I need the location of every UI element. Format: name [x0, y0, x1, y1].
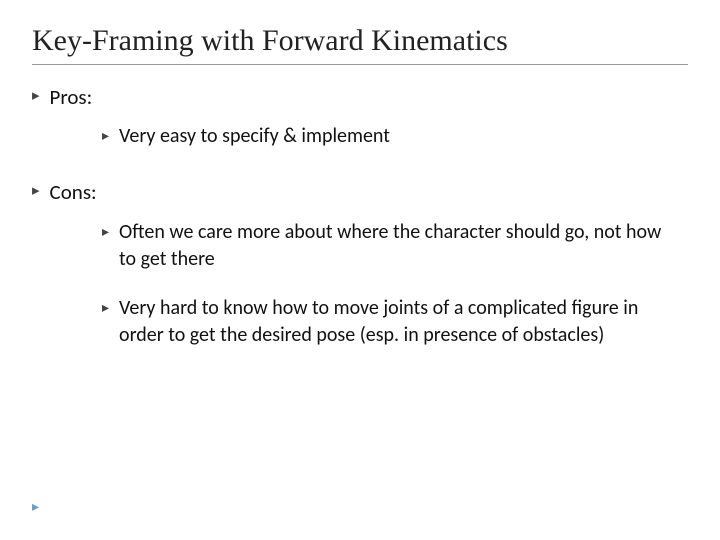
triangle-icon: ▸ [32, 181, 40, 202]
triangle-icon: ▸ [102, 299, 109, 319]
cons-item-text: Very hard to know how to move joints of … [119, 295, 679, 349]
cons-heading: ▸ Cons: [32, 178, 688, 206]
cons-item-text: Often we care more about where the chara… [119, 219, 679, 273]
slide-title: Key-Framing with Forward Kinematics [32, 24, 688, 65]
list-item: ▸ Very hard to know how to move joints o… [102, 295, 688, 349]
cons-label: Cons: [50, 178, 97, 206]
pros-item-text: Very easy to specify & implement [119, 123, 390, 150]
triangle-icon: ▸ [102, 127, 109, 147]
pros-label: Pros: [50, 83, 93, 111]
triangle-icon: ▸ [102, 223, 109, 243]
slide: Key-Framing with Forward Kinematics ▸ Pr… [0, 0, 720, 395]
pros-heading: ▸ Pros: [32, 83, 688, 111]
list-item: ▸ Often we care more about where the cha… [102, 219, 688, 273]
triangle-icon: ▸ [32, 86, 40, 107]
footer-triangle-icon: ▸ [32, 499, 39, 516]
list-item: ▸ Very easy to specify & implement [102, 123, 688, 150]
